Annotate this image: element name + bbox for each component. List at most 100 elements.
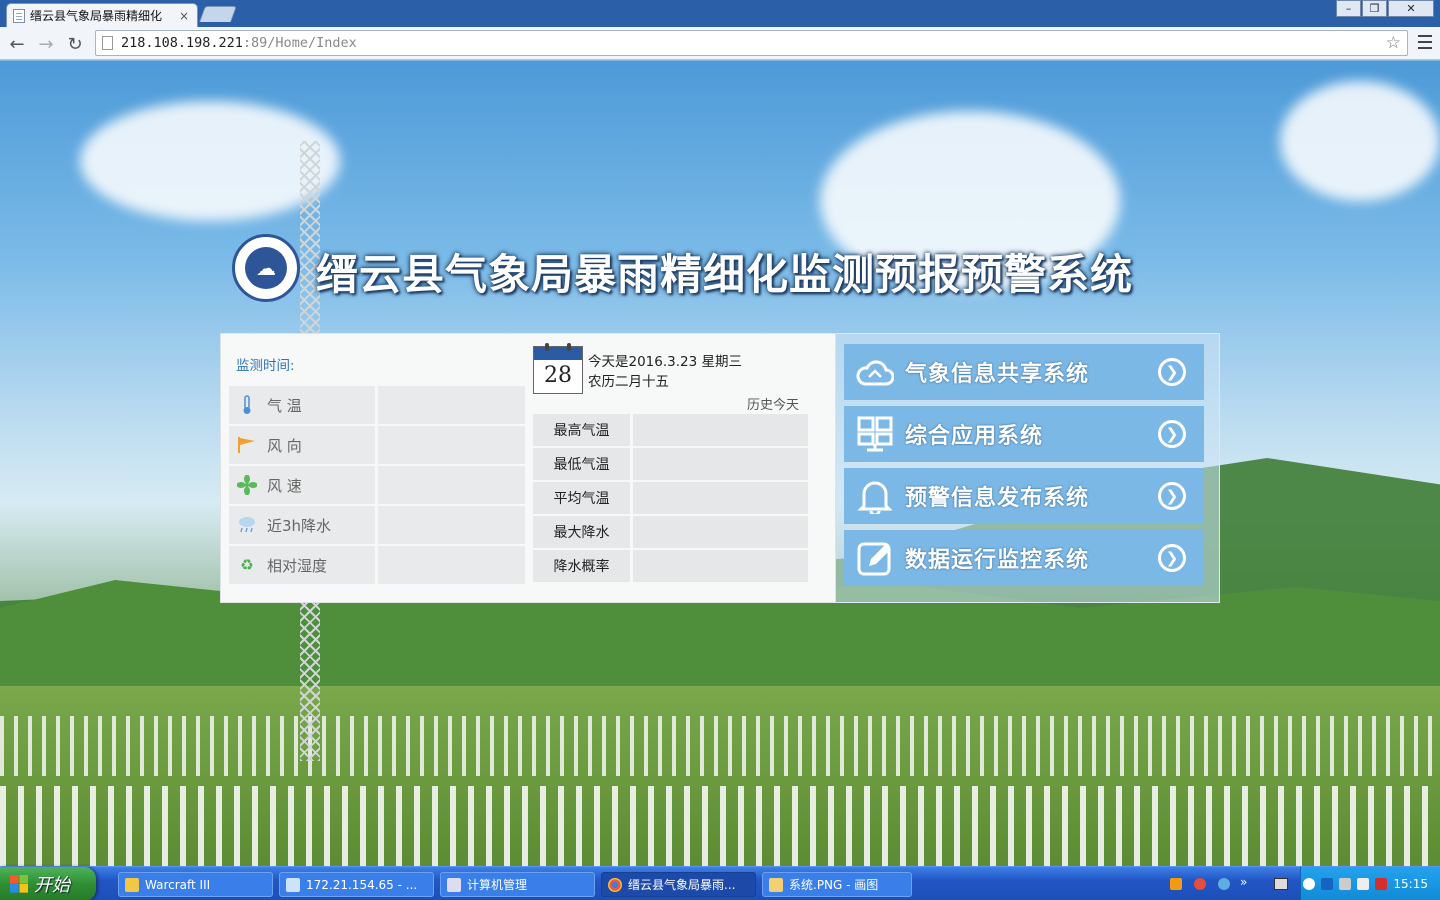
tray-app-icon[interactable]: [1339, 878, 1352, 890]
info-panel: 监测时间: 气 温 风 向 风 速 近3h降水 ♻ 相对湿度 28 今天是201…: [220, 333, 836, 603]
cloud-logo-icon: ☁: [245, 247, 287, 289]
system-button-integrated[interactable]: 综合应用系统 ❯: [844, 406, 1204, 462]
page-icon: [13, 8, 25, 23]
system-button-data-monitor[interactable]: 数据运行监控系统 ❯: [844, 530, 1204, 586]
ie-quicklaunch-icon[interactable]: [1218, 878, 1230, 890]
taskbar-item-label: 系统.PNG - 画图: [789, 878, 879, 892]
restore-button[interactable]: ❐: [1362, 0, 1387, 17]
url-path: :89/Home/Index: [242, 35, 357, 51]
monitor-value: [378, 426, 525, 464]
taskbar-item[interactable]: 172.21.154.65 - ...: [279, 872, 434, 897]
edit-icon: [856, 539, 894, 577]
bookmark-star-icon[interactable]: ☆: [1386, 33, 1401, 53]
history-today-link[interactable]: 历史今天: [747, 394, 799, 413]
history-value: [633, 448, 808, 480]
system-label: 气象信息共享系统: [905, 362, 1090, 387]
fence-shape: [0, 786, 1440, 866]
close-window-button[interactable]: ✕: [1388, 0, 1434, 17]
keyboard-icon[interactable]: [1274, 878, 1288, 890]
history-value: [633, 482, 808, 514]
system-button-weather-share[interactable]: 气象信息共享系统 ❯: [844, 344, 1204, 400]
history-label: 降水概率: [533, 550, 630, 582]
monitor-row: 风 速: [229, 466, 525, 504]
history-label: 最低气温: [533, 448, 630, 480]
monitor-label: 风 向: [267, 436, 302, 455]
browser-toolbar: ← → ↻ 218.108.198.221:89/Home/Index ☆: [0, 27, 1440, 60]
start-label: 开始: [34, 875, 70, 896]
start-button[interactable]: 开始: [0, 867, 96, 900]
taskbar-item-label: Warcraft III: [145, 877, 211, 892]
new-tab-button[interactable]: [199, 6, 237, 22]
cloud-shape: [1280, 81, 1440, 201]
window-controls: – ❐ ✕: [1335, 0, 1434, 17]
page-icon: [102, 36, 113, 50]
security-shield-icon[interactable]: [1375, 878, 1388, 890]
history-value: [633, 414, 808, 446]
monitor-value: [378, 506, 525, 544]
arrow-right-icon: ❯: [1158, 544, 1186, 572]
thermometer-icon: [237, 395, 257, 415]
system-label: 数据运行监控系统: [905, 548, 1090, 573]
back-arrow-icon[interactable]: ←: [6, 33, 28, 55]
address-bar[interactable]: 218.108.198.221:89/Home/Index ☆: [95, 30, 1408, 56]
system-tray: 15:15: [1300, 867, 1440, 900]
monitor-value: [378, 386, 525, 424]
browser-tab[interactable]: 缙云县气象局暴雨精细化 ×: [6, 3, 198, 27]
computer-management-icon: [447, 877, 461, 892]
monitor-row: 近3h降水: [229, 506, 525, 544]
taskbar-item[interactable]: Warcraft III: [118, 872, 273, 897]
monitor-label: 风 速: [267, 476, 302, 495]
url-host: 218.108.198.221: [121, 35, 243, 51]
taskbar-item-label: 172.21.154.65 - ...: [306, 877, 418, 892]
history-row: 降水概率: [533, 550, 808, 582]
minimize-button[interactable]: –: [1336, 0, 1361, 17]
history-row: 平均气温: [533, 482, 808, 514]
bell-icon: [856, 477, 894, 515]
history-label: 最高气温: [533, 414, 630, 446]
reload-icon[interactable]: ↻: [64, 33, 86, 55]
cloud-share-icon: [856, 353, 894, 391]
calendar-day: 28: [544, 363, 572, 388]
fence-shape: [0, 716, 1440, 776]
clock: 15:15: [1393, 877, 1428, 891]
menu-icon[interactable]: [1418, 35, 1432, 49]
chrome-icon: [608, 877, 622, 892]
fan-icon: [237, 475, 257, 495]
system-button-warning-release[interactable]: 预警信息发布系统 ❯: [844, 468, 1204, 524]
monitor-label: 相对湿度: [267, 556, 328, 575]
history-row: 最大降水: [533, 516, 808, 548]
taskbar-item-label: 缙云县气象局暴雨...: [628, 878, 736, 892]
remote-desktop-icon: [286, 877, 300, 892]
tray-arrow-icon[interactable]: [1303, 878, 1316, 890]
arrow-right-icon: ❯: [1158, 358, 1186, 386]
forward-arrow-icon[interactable]: →: [35, 33, 57, 55]
system-panel: 气象信息共享系统 ❯ 综合应用系统 ❯ 预警信息发布系统 ❯ 数据运行监控系统 …: [836, 333, 1220, 603]
monitor-value: [378, 546, 525, 584]
page-title: 缙云县气象局暴雨精细化监测预报预警系统: [316, 250, 1134, 299]
tab-close-icon[interactable]: ×: [177, 9, 191, 23]
chevron-more-icon[interactable]: »: [1240, 875, 1247, 889]
taskbar-item[interactable]: 系统.PNG - 画图: [762, 872, 912, 897]
windows-logo-icon: [10, 875, 28, 893]
lunar-date: 农历二月十五: [588, 374, 669, 390]
taskbar-item[interactable]: 计算机管理: [440, 872, 595, 897]
paint-icon: [769, 877, 783, 892]
quicklaunch-icon[interactable]: [1170, 878, 1182, 890]
history-value: [633, 550, 808, 582]
monitor-time-label: 监测时间:: [236, 358, 295, 374]
tab-title: 缙云县气象局暴雨精细化: [30, 9, 163, 23]
history-table: 最高气温 最低气温 平均气温 最大降水 降水概率: [533, 414, 808, 584]
taskbar-item-active[interactable]: 缙云县气象局暴雨...: [601, 872, 756, 897]
history-row: 最高气温: [533, 414, 808, 446]
humidity-icon: ♻: [240, 556, 254, 574]
chrome-quicklaunch-icon[interactable]: [1194, 878, 1206, 890]
network-icon[interactable]: [1321, 878, 1334, 890]
monitor-label: 气 温: [267, 396, 302, 415]
folder-icon: [125, 877, 139, 892]
monitor-row: ♻ 相对湿度: [229, 546, 525, 584]
monitor-row: 气 温: [229, 386, 525, 424]
monitor-table: 气 温 风 向 风 速 近3h降水 ♻ 相对湿度: [229, 386, 525, 586]
volume-icon[interactable]: [1357, 878, 1370, 890]
arrow-right-icon: ❯: [1158, 420, 1186, 448]
monitor-value: [378, 466, 525, 504]
